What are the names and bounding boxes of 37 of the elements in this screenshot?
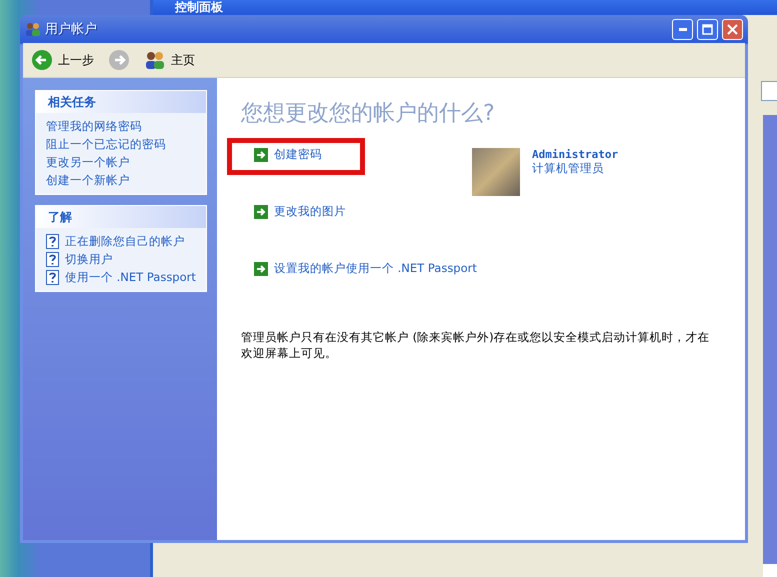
arrow-icon [254, 262, 268, 276]
action-link[interactable]: 更改我的图片 [227, 195, 357, 232]
close-icon [727, 24, 738, 34]
account-type: 计算机管理员 [532, 161, 605, 176]
back-icon [31, 49, 53, 71]
task-link[interactable]: 切换用户 [46, 252, 198, 267]
maximize-icon [702, 24, 713, 34]
task-link[interactable]: 更改另一个帐户 [46, 155, 198, 170]
action-link[interactable]: 设置我的帐户使用一个 .NET Passport [227, 252, 488, 289]
help-icon [46, 270, 59, 285]
task-link[interactable]: 使用一个 .NET Passport [46, 270, 198, 285]
minimize-icon [678, 28, 686, 30]
maximize-button[interactable] [697, 18, 718, 40]
forward-icon [108, 49, 130, 71]
close-button[interactable] [722, 18, 743, 40]
back-button[interactable]: 上一步 [27, 49, 98, 71]
task-link[interactable]: 管理我的网络密码 [46, 119, 198, 134]
panel-title: 相关任务 [36, 91, 206, 113]
panel-title: 了解 [36, 206, 206, 228]
photo-placeholder [472, 148, 520, 196]
home-button[interactable]: 主页 [140, 50, 199, 70]
account-name: Administrator [532, 148, 618, 161]
highlighted-action-link[interactable]: 创建密码 [227, 138, 365, 175]
users-icon [144, 50, 166, 70]
task-link[interactable]: 阻止一个已忘记的密码 [46, 137, 198, 152]
help-icon [46, 252, 59, 267]
users-icon [25, 22, 41, 36]
task-link[interactable]: 创建一个新帐户 [46, 173, 198, 188]
page-heading: 您想更改您的帐户的什么? [241, 100, 496, 128]
arrow-icon [254, 148, 268, 162]
minimize-button[interactable] [672, 18, 693, 40]
note-text: 管理员帐户只有在没有其它帐户 (除来宾帐户外)存在或您以安全模式启动计算机时，才在欢迎屏幕上可见。 [241, 329, 711, 362]
arrow-icon [254, 204, 268, 218]
background-window-title: 控制面板 [153, 0, 777, 15]
help-icon [46, 234, 59, 249]
window-title: 用户帐户 [45, 21, 98, 38]
task-link[interactable]: 正在删除您自己的帐户 [46, 234, 198, 249]
